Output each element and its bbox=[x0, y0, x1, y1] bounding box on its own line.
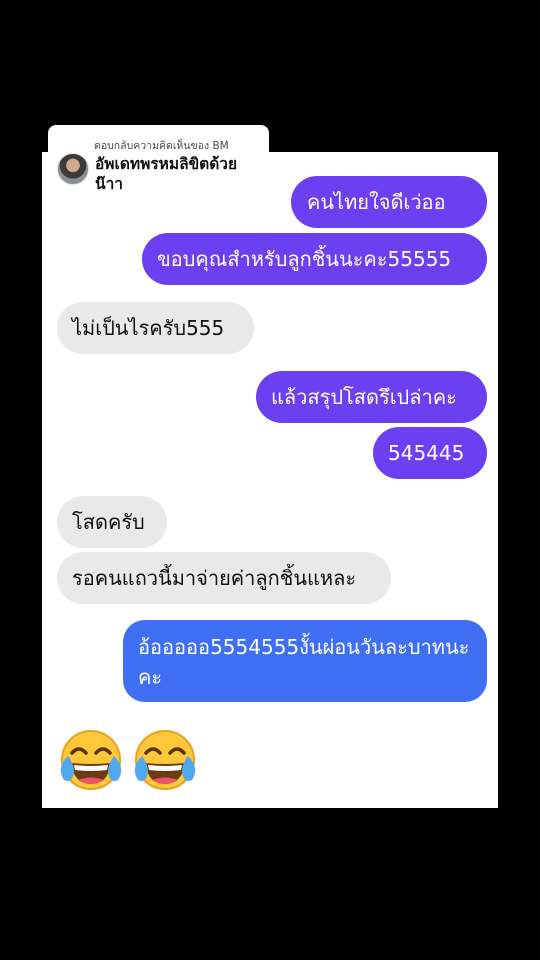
message-bubble-incoming: รอคนแถวนี้มาจ่ายค่าลูกชิ้นแหละ bbox=[57, 552, 391, 604]
reply-caption: ตอบกลับความคิดเห็นของ BM bbox=[94, 140, 229, 152]
message-bubble-outgoing: คนไทยใจดีเว่ออ bbox=[291, 176, 487, 228]
message-bubble-outgoing: อ้อออออ5554555งั้นผ่อนวันละบาทนะคะ bbox=[123, 620, 487, 702]
message-bubble-outgoing: แล้วสรุปโสดรึเปล่าคะ bbox=[256, 371, 487, 423]
message-text: ขอบคุณสำหรับลูกชิ้นนะคะ55555 bbox=[157, 247, 452, 271]
reply-comment-text: อัพเดทพรหมลิขิตด้วยน๊าา bbox=[95, 155, 238, 193]
reply-comment-card: ตอบกลับความคิดเห็นของ BM อัพเดทพรหมลิขิต… bbox=[48, 125, 269, 211]
message-text: รอคนแถวนี้มาจ่ายค่าลูกชิ้นแหละ bbox=[72, 566, 357, 590]
message-bubble-incoming: ไม่เป็นไรครับ555 bbox=[57, 302, 254, 354]
message-bubble-outgoing: ขอบคุณสำหรับลูกชิ้นนะคะ55555 bbox=[142, 233, 487, 285]
message-text: 545445 bbox=[388, 441, 465, 465]
message-text: คนไทยใจดีเว่ออ bbox=[307, 190, 446, 214]
message-text: โสดครับ bbox=[72, 510, 145, 534]
message-text: อ้อออออ5554555งั้นผ่อนวันละบาทนะคะ bbox=[138, 635, 470, 689]
message-bubble-outgoing: 545445 bbox=[373, 427, 487, 479]
avatar bbox=[57, 153, 89, 185]
emoji-reaction-row bbox=[58, 728, 198, 792]
message-text: แล้วสรุปโสดรึเปล่าคะ bbox=[271, 385, 457, 409]
message-bubble-incoming: โสดครับ bbox=[57, 496, 167, 548]
face-with-tears-of-joy-icon bbox=[58, 728, 124, 792]
face-with-tears-of-joy-icon bbox=[132, 728, 198, 792]
message-text: ไม่เป็นไรครับ555 bbox=[72, 316, 225, 340]
